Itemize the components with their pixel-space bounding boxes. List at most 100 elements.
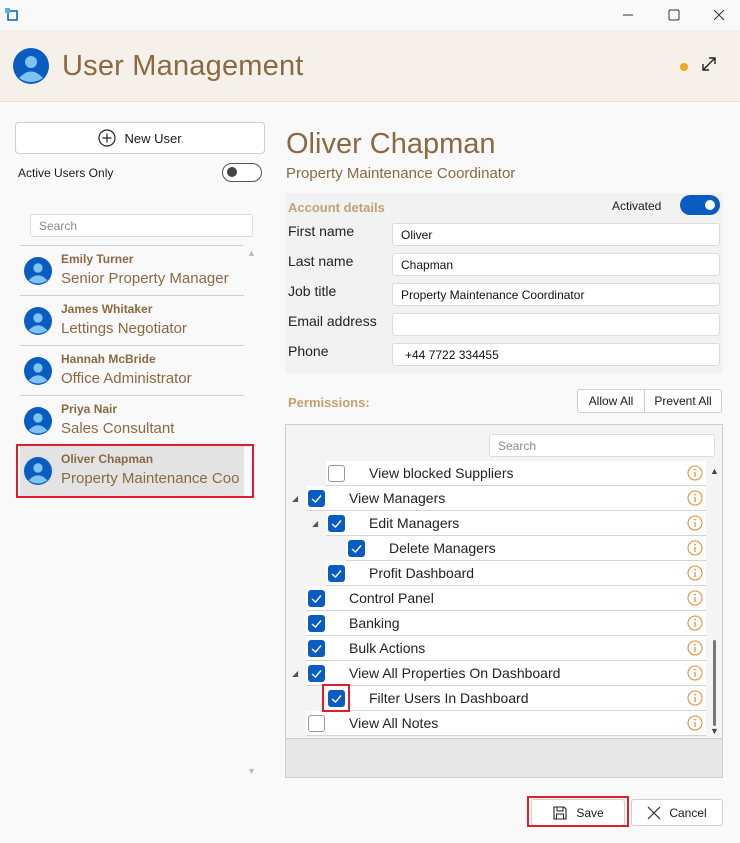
close-window-button[interactable] — [704, 4, 734, 26]
job-title-field[interactable]: Property Maintenance Coordinator — [392, 283, 720, 306]
permission-label: Filter Users In Dashboard — [369, 690, 529, 706]
allow-all-button[interactable]: Allow All — [577, 389, 645, 413]
permission-checkbox[interactable] — [308, 490, 325, 507]
tree-expander-icon[interactable]: ◢ — [292, 669, 298, 678]
permissions-search-input[interactable] — [489, 434, 715, 457]
prevent-all-button[interactable]: Prevent All — [644, 389, 722, 413]
selected-user-highlight — [16, 444, 254, 498]
maximize-icon — [668, 9, 680, 21]
user-role: Office Administrator — [61, 370, 192, 387]
cancel-button[interactable]: Cancel — [631, 799, 723, 826]
checkbox-highlight — [322, 684, 350, 712]
user-list-item[interactable]: Emily Turner Senior Property Manager — [20, 246, 244, 296]
app-icon — [5, 8, 18, 21]
permission-label: Banking — [349, 615, 400, 631]
expand-icon[interactable] — [700, 55, 718, 73]
active-users-only-toggle[interactable] — [222, 163, 262, 182]
permission-row[interactable]: View Managers — [306, 486, 706, 511]
checkmark-icon — [311, 645, 322, 653]
permission-row[interactable]: Banking — [306, 611, 706, 636]
user-role: Senior Property Manager — [61, 270, 229, 287]
permission-checkbox[interactable] — [328, 515, 345, 532]
checkmark-icon — [331, 520, 342, 528]
permission-checkbox[interactable] — [308, 715, 325, 732]
list-scroll-down-icon[interactable]: ▼ — [247, 766, 256, 776]
permission-checkbox[interactable] — [328, 465, 345, 482]
save-button-highlight — [527, 796, 629, 827]
permission-row[interactable]: Control Panel — [306, 586, 706, 611]
user-avatar-icon — [13, 48, 49, 84]
permission-checkbox[interactable] — [308, 640, 325, 657]
permission-label: View blocked Suppliers — [369, 465, 514, 481]
permission-checkbox[interactable] — [308, 615, 325, 632]
last-name-field[interactable]: Chapman — [392, 253, 720, 276]
permissions-scroll-down-icon[interactable]: ▼ — [710, 726, 719, 736]
permission-checkbox[interactable] — [308, 665, 325, 682]
permission-checkbox[interactable] — [328, 565, 345, 582]
info-icon[interactable] — [687, 590, 703, 606]
user-search-input[interactable] — [30, 214, 253, 237]
permissions-title: Permissions: — [288, 395, 370, 410]
permissions-scrollbar-thumb[interactable] — [713, 640, 716, 726]
permission-row[interactable]: View All Properties On Dashboard — [306, 661, 706, 686]
permission-label: Control Panel — [349, 590, 434, 606]
checkmark-icon — [311, 620, 322, 628]
user-name: Hannah McBride — [61, 352, 156, 366]
active-users-only-label: Active Users Only — [18, 166, 114, 180]
permission-row[interactable]: View All Notes — [306, 711, 706, 736]
permission-checkbox[interactable] — [308, 590, 325, 607]
checkmark-icon — [311, 495, 322, 503]
info-icon[interactable] — [687, 615, 703, 631]
activated-label: Activated — [612, 199, 662, 213]
account-details-title: Account details — [288, 200, 385, 215]
info-icon[interactable] — [687, 565, 703, 581]
maximize-button[interactable] — [659, 4, 689, 26]
permission-row[interactable]: Bulk Actions — [306, 636, 706, 661]
checkmark-icon — [311, 670, 322, 678]
cancel-label: Cancel — [669, 805, 707, 820]
info-icon[interactable] — [687, 515, 703, 531]
info-icon[interactable] — [687, 640, 703, 656]
info-icon[interactable] — [687, 490, 703, 506]
user-role: Lettings Negotiator — [61, 320, 187, 337]
email-address-field[interactable] — [392, 313, 720, 336]
info-icon[interactable] — [687, 715, 703, 731]
permission-label: View All Properties On Dashboard — [349, 665, 561, 681]
new-user-button[interactable]: New User — [15, 122, 265, 154]
checkmark-icon — [351, 545, 362, 553]
permissions-scroll-up-icon[interactable]: ▲ — [710, 466, 719, 476]
minimize-icon — [623, 14, 633, 16]
new-user-label: New User — [124, 130, 182, 146]
permission-label: View Managers — [349, 490, 446, 506]
info-icon[interactable] — [687, 665, 703, 681]
page-header: User Management — [0, 30, 740, 102]
first-name-field[interactable]: Oliver — [392, 223, 720, 246]
checkmark-icon — [331, 570, 342, 578]
user-list-item[interactable]: Hannah McBride Office Administrator — [20, 346, 244, 396]
permission-label: Bulk Actions — [349, 640, 426, 656]
activated-toggle[interactable] — [680, 195, 720, 215]
permission-row[interactable]: Edit Managers — [326, 511, 706, 536]
tree-expander-icon[interactable]: ◢ — [292, 494, 298, 503]
info-icon[interactable] — [687, 690, 703, 706]
permission-row[interactable]: View blocked Suppliers — [326, 461, 706, 486]
list-scroll-up-icon[interactable]: ▲ — [247, 248, 256, 258]
info-icon[interactable] — [687, 465, 703, 481]
user-name: Priya Nair — [61, 402, 118, 416]
checkmark-icon — [311, 595, 322, 603]
user-name: James Whitaker — [61, 302, 153, 316]
first-name-label: First name — [288, 223, 355, 239]
permission-label: Delete Managers — [389, 540, 496, 556]
phone-field[interactable]: +44 7722 334455 — [392, 343, 720, 366]
permission-row[interactable]: Filter Users In Dashboard — [326, 686, 706, 711]
minimize-button[interactable] — [613, 4, 643, 26]
permission-row[interactable]: Profit Dashboard — [326, 561, 706, 586]
permission-checkbox[interactable] — [348, 540, 365, 557]
info-icon[interactable] — [687, 540, 703, 556]
user-list-item[interactable]: James Whitaker Lettings Negotiator — [20, 296, 244, 346]
user-list-item[interactable]: Priya Nair Sales Consultant — [20, 396, 244, 446]
user-role: Sales Consultant — [61, 420, 175, 437]
close-icon — [647, 806, 661, 819]
permission-row[interactable]: Delete Managers — [346, 536, 706, 561]
tree-expander-icon[interactable]: ◢ — [312, 519, 318, 528]
